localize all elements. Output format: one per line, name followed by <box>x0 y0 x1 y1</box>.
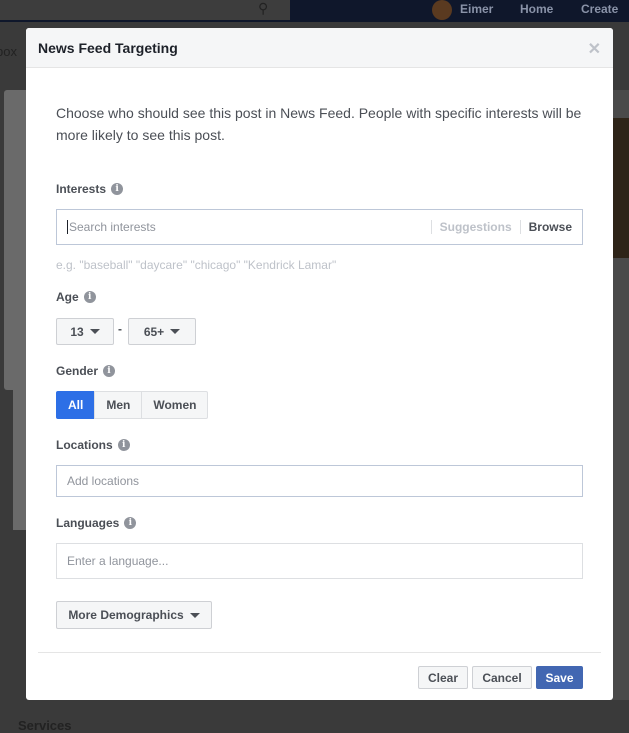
interests-label-text: Interests <box>56 182 107 196</box>
interests-actions: Suggestions Browse <box>430 220 572 234</box>
age-label-text: Age <box>56 290 79 304</box>
background-text: box <box>0 44 17 59</box>
clear-button[interactable]: Clear <box>418 666 468 689</box>
gender-men[interactable]: Men <box>94 391 143 419</box>
info-icon[interactable]: i <box>103 365 116 377</box>
suggestions-button[interactable]: Suggestions <box>430 220 520 234</box>
locations-label-text: Locations <box>56 438 113 452</box>
more-demographics-button[interactable]: More Demographics <box>56 601 212 629</box>
info-icon[interactable]: i <box>124 517 137 529</box>
gender-label: Gender i <box>56 364 116 378</box>
background-services: Services <box>18 718 72 733</box>
languages-input[interactable]: Enter a language... <box>56 543 583 579</box>
dialog-intro: Choose who should see this post in News … <box>56 105 582 143</box>
interests-input[interactable]: Search interests Suggestions Browse <box>56 209 583 245</box>
dialog-header: News Feed Targeting ✕ <box>26 28 613 68</box>
nav-create[interactable]: Create <box>581 2 618 16</box>
gender-women[interactable]: Women <box>141 391 209 419</box>
dialog-title: News Feed Targeting <box>38 40 178 56</box>
locations-input[interactable]: Add locations <box>56 465 583 497</box>
age-max-value: 65+ <box>143 324 165 339</box>
age-max-dropdown[interactable]: 65+ <box>128 318 196 345</box>
gender-label-text: Gender <box>56 364 99 378</box>
gender-selector: All Men Women <box>56 391 209 419</box>
info-icon[interactable]: i <box>111 183 124 195</box>
interests-hint: e.g. "baseball" "daycare" "chicago" "Ken… <box>56 258 337 272</box>
chevron-down-icon <box>89 329 100 334</box>
chevron-down-icon <box>170 329 181 334</box>
search-icon[interactable]: ⚲ <box>258 0 268 17</box>
languages-placeholder: Enter a language... <box>67 554 169 568</box>
news-feed-targeting-dialog: News Feed Targeting ✕ Choose who should … <box>26 28 613 700</box>
text-caret <box>67 220 68 234</box>
footer-divider <box>38 652 601 653</box>
close-icon[interactable]: ✕ <box>588 39 601 59</box>
age-separator: - <box>118 322 122 336</box>
interests-placeholder: Search interests <box>69 220 156 234</box>
gender-all[interactable]: All <box>56 391 96 419</box>
avatar[interactable] <box>432 0 452 20</box>
age-label: Age i <box>56 290 96 304</box>
interests-label: Interests i <box>56 182 124 196</box>
save-button[interactable]: Save <box>536 666 583 689</box>
info-icon[interactable]: i <box>117 439 130 451</box>
cancel-button[interactable]: Cancel <box>472 666 532 689</box>
chevron-down-icon <box>189 612 200 618</box>
age-min-value: 13 <box>70 324 84 339</box>
search-bar[interactable] <box>0 0 290 20</box>
browse-button[interactable]: Browse <box>519 220 572 234</box>
languages-label: Languages i <box>56 516 137 530</box>
info-icon[interactable]: i <box>83 291 96 303</box>
more-demographics-label: More Demographics <box>68 608 184 622</box>
languages-label-text: Languages <box>56 516 120 530</box>
nav-home[interactable]: Home <box>520 2 553 16</box>
locations-label: Locations i <box>56 438 130 452</box>
locations-placeholder: Add locations <box>67 474 140 488</box>
nav-profile[interactable]: Eimer <box>460 2 493 16</box>
age-min-dropdown[interactable]: 13 <box>56 318 114 345</box>
